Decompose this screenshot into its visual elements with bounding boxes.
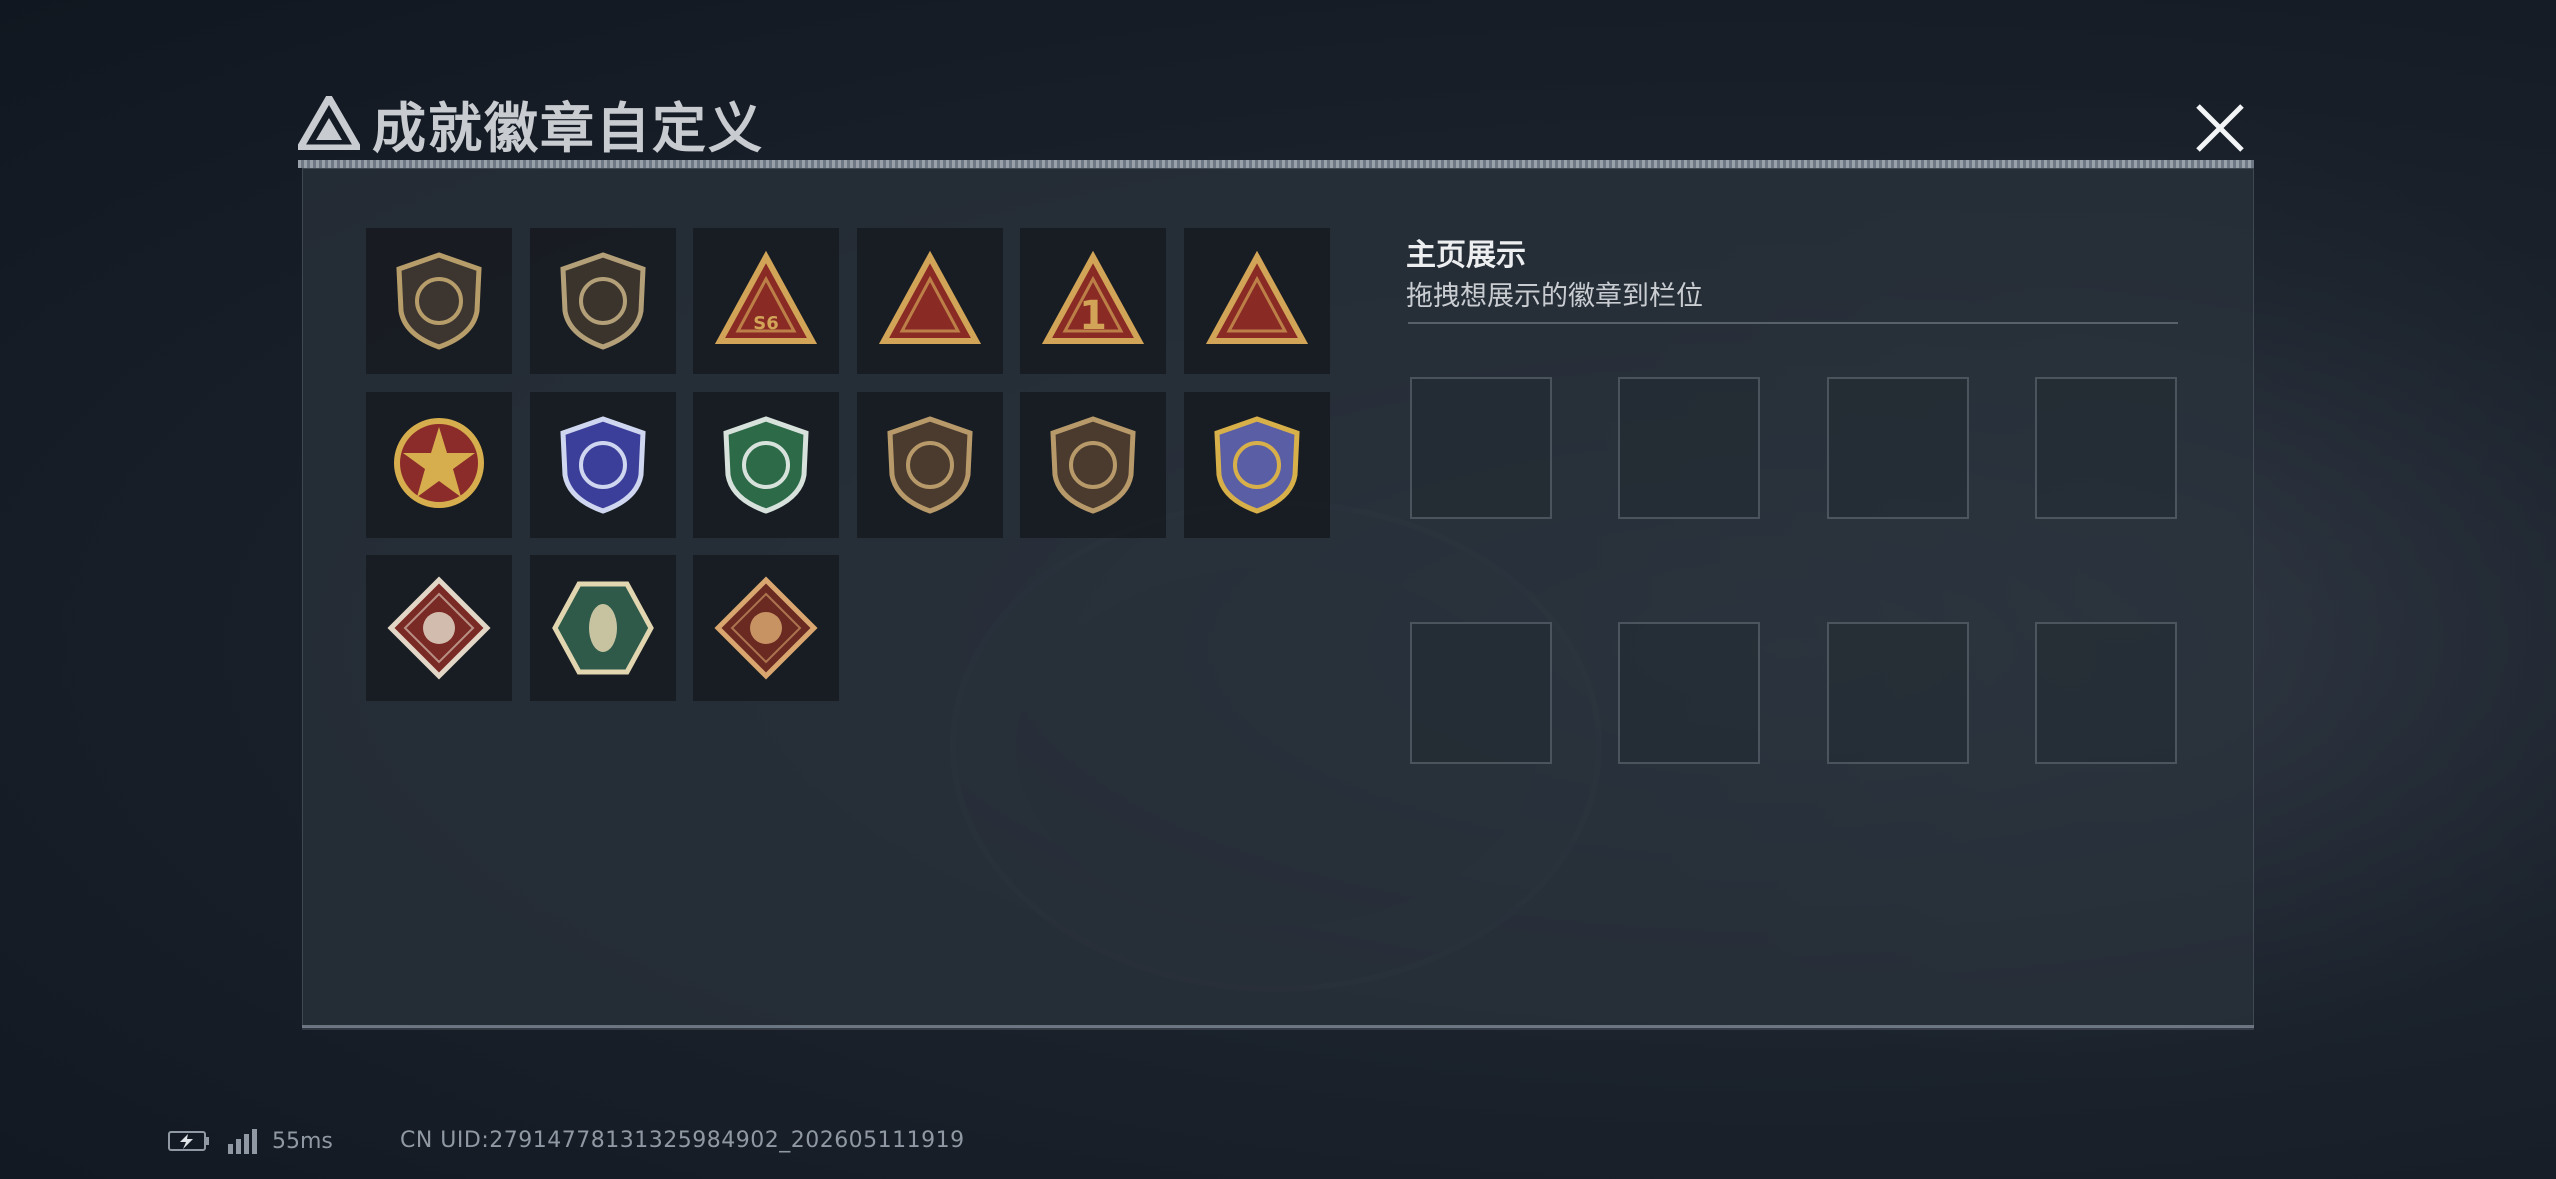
- badge-tile[interactable]: [856, 391, 1003, 538]
- badge-tile[interactable]: [529, 228, 676, 374]
- display-slot[interactable]: [1410, 622, 1552, 764]
- smg-crosshair-badge-icon: [1050, 415, 1136, 514]
- close-button[interactable]: [2190, 98, 2250, 158]
- latency-text: 55ms: [272, 1128, 333, 1154]
- s6-triangle-badge-icon: S6: [714, 250, 818, 344]
- display-slot[interactable]: [1618, 622, 1760, 764]
- page-title: 成就徽章自定义: [372, 96, 764, 160]
- display-slot[interactable]: [2035, 377, 2177, 519]
- display-slot[interactable]: [1410, 377, 1552, 519]
- green-gem-badge-icon: [723, 415, 809, 514]
- display-slot[interactable]: [1827, 622, 1969, 764]
- status-bar: 55ms: [168, 1128, 333, 1154]
- battery-charging-icon: [168, 1131, 209, 1151]
- header-divider: [298, 160, 2254, 168]
- badge-tile[interactable]: 1: [1020, 228, 1166, 374]
- badge-tile[interactable]: [1020, 391, 1166, 538]
- badge-tile[interactable]: [693, 555, 839, 701]
- badge-tile[interactable]: [529, 391, 676, 538]
- hornet-hexagon-badge-icon: [551, 581, 654, 675]
- uid-text: CN UID:27914778131325984902_202605111919: [400, 1128, 965, 1153]
- number-one-triangle-badge-icon: 1: [1041, 250, 1145, 344]
- badge-tile[interactable]: S6: [693, 228, 839, 374]
- blue-wings-badge-icon: [559, 415, 646, 514]
- signal-icon: [228, 1129, 257, 1154]
- badge-tile[interactable]: [366, 391, 512, 538]
- display-subtitle: 拖拽想展示的徽章到栏位: [1406, 281, 1703, 312]
- svg-text:S6: S6: [753, 313, 779, 334]
- wolf-diamond-badge-icon: [387, 576, 491, 680]
- badge-tile[interactable]: [856, 228, 1003, 374]
- close-icon: [2196, 104, 2244, 152]
- triangle-logo-icon: [298, 96, 360, 150]
- star-compass-badge-icon: [394, 417, 484, 508]
- badge-tile[interactable]: [529, 555, 676, 701]
- dragon-diamond-badge-icon: [714, 576, 818, 680]
- svg-text:1: 1: [1079, 293, 1107, 339]
- badge-tile[interactable]: [366, 555, 512, 701]
- sniper-wreath-badge-icon: [1213, 415, 1300, 514]
- boat-triangle-badge-icon: [878, 250, 981, 344]
- display-slot[interactable]: [2035, 622, 2177, 764]
- helicopter-shield-badge-icon: [559, 252, 646, 350]
- badge-tile[interactable]: [1183, 228, 1330, 374]
- badge-tile[interactable]: [366, 228, 512, 374]
- badge-tile[interactable]: [693, 391, 839, 538]
- page-header: 成就徽章自定义: [298, 88, 764, 160]
- badge-tile[interactable]: [1183, 391, 1330, 538]
- rifle-crosshair-badge-icon: [886, 415, 973, 514]
- squad-triangle-badge-icon: [1205, 250, 1308, 344]
- display-divider: [1408, 322, 2178, 324]
- display-slot[interactable]: [1827, 377, 1969, 519]
- shield-triangle-badge-icon: [396, 252, 482, 350]
- display-title: 主页展示: [1406, 238, 1526, 273]
- display-slot[interactable]: [1618, 377, 1760, 519]
- panel-bottom-border: [302, 1025, 2254, 1028]
